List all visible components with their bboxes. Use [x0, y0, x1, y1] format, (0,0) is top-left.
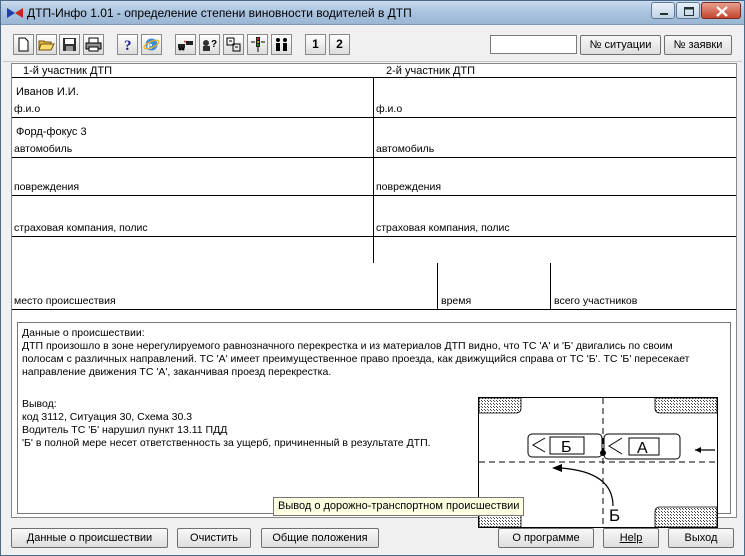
conclusion-responsibility: 'Б' в полной мере несет ответственность … — [22, 437, 431, 449]
sidewalk-top-left — [478, 397, 522, 414]
car-b-trajectory — [560, 467, 614, 507]
exit-button[interactable]: Выход — [668, 528, 734, 548]
row-divider — [12, 157, 736, 158]
conclusion-heading: Вывод: — [22, 398, 57, 410]
total-divider — [550, 263, 551, 309]
conclusion-violation: Водитель ТС 'Б' нарушил пункт 13.11 ПДД — [22, 424, 228, 436]
participant-1-insurance-label: страховая компания, полис — [14, 222, 148, 234]
participant-1-car-label: автомобиль — [14, 143, 73, 155]
open-button[interactable] — [36, 34, 57, 55]
impact-point — [600, 450, 606, 456]
app-window: ДТП-Инфо 1.01 - определение степени вино… — [0, 0, 745, 556]
participants-button[interactable] — [271, 34, 292, 55]
incident-text-line-2: полосам с различных направлений. ТС 'А' … — [22, 353, 690, 365]
participant-1-name[interactable]: Иванов И.И. — [16, 86, 79, 98]
row-divider — [12, 309, 736, 310]
print-button[interactable] — [83, 34, 104, 55]
participant-1-header: 1-й участник ДТП — [23, 65, 113, 77]
minimize-icon — [660, 13, 668, 15]
help-bottom-button[interactable]: Help — [603, 528, 659, 548]
help-question-icon: ? — [124, 38, 132, 53]
participant-2-damage-label: повреждения — [376, 181, 442, 193]
help-button[interactable]: ? — [117, 34, 138, 55]
participant-2-car-label: автомобиль — [376, 143, 435, 155]
situation-number-button[interactable]: № ситуации — [580, 35, 661, 55]
conclusion-tooltip: Вывод о дорожно-транспортном происшестви… — [273, 497, 525, 516]
participant-1-fio-label: ф.и.о — [14, 103, 41, 115]
internet-explorer-icon: e — [143, 38, 160, 52]
place-label: место происшествия — [14, 295, 116, 307]
time-label: время — [441, 295, 472, 307]
about-button[interactable]: О программе — [498, 528, 594, 548]
incident-text-line-3: направление движения ТС 'А', заканчивая … — [22, 366, 332, 378]
traffic-light-icon — [251, 37, 265, 52]
svg-text:e: e — [147, 38, 153, 52]
app-logo-icon — [7, 8, 23, 18]
road-signs-icon — [226, 37, 241, 52]
web-button[interactable]: e — [141, 34, 162, 55]
close-icon — [716, 6, 728, 17]
car-collision-icon — [178, 40, 193, 51]
row-divider — [12, 236, 736, 237]
participant-1-car[interactable]: Форд-фокус 3 — [16, 126, 87, 138]
incident-data-button[interactable]: Данные о происшествии — [11, 528, 168, 548]
participants-form: 1-й участник ДТП 2-й участник ДТП Иванов… — [11, 63, 737, 528]
participant-2-header: 2-й участник ДТП — [386, 65, 476, 77]
participant-2-button[interactable]: 2 — [329, 34, 350, 55]
row-divider — [12, 117, 736, 118]
new-document-button[interactable] — [13, 34, 34, 55]
save-button[interactable] — [59, 34, 80, 55]
client-area: ? e ? 1 2 № ситуации № заявки 1-й участн… — [3, 26, 742, 554]
clear-button[interactable]: Очистить — [177, 528, 251, 548]
driver-question-icon: ? — [203, 39, 217, 51]
toolbar: ? e ? 1 2 № ситуации № заявки — [3, 26, 742, 62]
maximize-button[interactable] — [676, 2, 700, 19]
collision-button[interactable] — [175, 34, 196, 55]
participant-1-damage-label: повреждения — [14, 181, 80, 193]
driver-button[interactable]: ? — [199, 34, 220, 55]
people-icon — [276, 38, 287, 51]
traffic-light-button[interactable] — [247, 34, 268, 55]
sidewalk-top-right — [654, 397, 718, 414]
bottom-bar: Данные о происшествии Очистить Общие пол… — [3, 520, 742, 554]
general-provisions-button[interactable]: Общие положения — [261, 528, 379, 548]
window-title: ДТП-Инфо 1.01 - определение степени вино… — [27, 6, 412, 20]
total-participants-label: всего участников — [554, 295, 638, 307]
participant-2-fio-label: ф.и.о — [376, 103, 403, 115]
minimize-button[interactable] — [651, 2, 675, 19]
svg-text:?: ? — [124, 38, 132, 53]
search-input[interactable] — [490, 35, 577, 54]
open-folder-icon — [38, 40, 55, 51]
car-a-label: А — [637, 440, 648, 457]
maximize-icon — [684, 7, 694, 16]
close-window-button[interactable] — [701, 2, 741, 19]
request-number-button[interactable]: № заявки — [664, 35, 732, 55]
participant-2-insurance-label: страховая компания, полис — [376, 222, 510, 234]
header-divider — [12, 77, 736, 78]
conclusion-code: код 3112, Ситуация 30, Схема 30.3 — [22, 411, 193, 423]
print-icon — [85, 37, 102, 52]
incident-info-panel: Данные о происшествии: ДТП произошло в з… — [17, 322, 731, 528]
road-signs-button[interactable] — [223, 34, 244, 55]
title-bar: ДТП-Инфо 1.01 - определение степени вино… — [1, 1, 744, 25]
time-divider — [437, 263, 438, 309]
svg-text:?: ? — [211, 39, 217, 50]
incident-heading: Данные о происшествии: — [22, 327, 145, 339]
new-document-icon — [18, 37, 29, 52]
participant-1-button[interactable]: 1 — [305, 34, 326, 55]
incident-text-line-1: ДТП произошло в зоне нерегулируемого рав… — [22, 340, 673, 352]
save-icon — [63, 38, 76, 51]
car-b-label: Б — [561, 439, 572, 456]
row-divider — [12, 195, 736, 196]
